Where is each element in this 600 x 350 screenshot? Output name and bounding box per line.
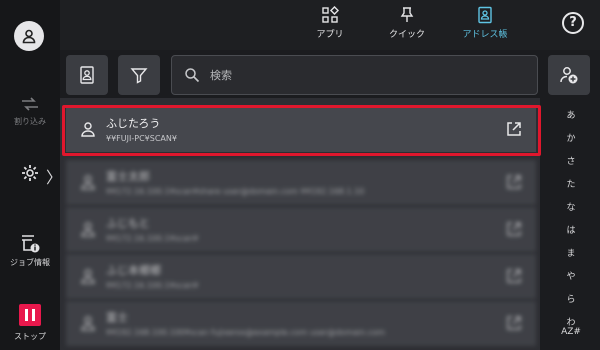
user-icon [81, 269, 95, 284]
address-book-icon [478, 6, 492, 24]
top-tab-bar: アプリ クイック アドレス帳 [60, 0, 600, 50]
external-link-icon[interactable] [506, 174, 522, 190]
gear-icon [22, 165, 38, 181]
external-link-icon[interactable] [506, 268, 522, 284]
filter-button[interactable] [118, 55, 160, 95]
add-contact-button[interactable] [548, 55, 590, 95]
contact-path: ¥¥172.16.100.1¥scan¥ [106, 281, 199, 290]
contact-path: ¥¥172.16.100.1¥scan¥ [106, 234, 199, 243]
list-item[interactable]: ふじもと ¥¥172.16.100.1¥scan¥ [66, 207, 536, 252]
user-icon [81, 222, 95, 237]
user-icon [81, 316, 95, 331]
apps-icon [322, 6, 339, 23]
kana-index-item[interactable]: ら [552, 292, 590, 305]
tab-apps-label: アプリ [316, 30, 344, 40]
search-icon [185, 68, 200, 83]
user-icon [81, 175, 95, 190]
stop-button[interactable] [19, 304, 41, 326]
tab-address-book[interactable]: アドレス帳 [450, 6, 520, 40]
kana-index-item[interactable]: さ [552, 154, 590, 167]
kana-index-item[interactable]: た [552, 177, 590, 190]
tab-address-book-label: アドレス帳 [462, 30, 508, 40]
user-avatar-icon[interactable] [14, 21, 44, 51]
job-info-icon [22, 235, 40, 253]
tab-quick[interactable]: クイック [372, 6, 442, 40]
stop-label: ストップ [14, 332, 46, 341]
external-link-icon[interactable] [506, 315, 522, 331]
contact-name: 富士 [106, 311, 128, 324]
address-book-filter-button[interactable] [66, 55, 108, 95]
kana-index-item[interactable]: あ [552, 108, 590, 121]
pin-icon [400, 7, 414, 22]
tab-quick-label: クイック [388, 30, 425, 40]
external-link-icon[interactable] [506, 221, 522, 237]
kana-index-item[interactable]: は [552, 223, 590, 236]
job-info-button[interactable]: ジョブ情報 [0, 233, 60, 268]
interrupt-button[interactable]: 割り込み [0, 96, 60, 127]
search-placeholder: 検索 [210, 69, 232, 82]
kana-index-item[interactable]: や [552, 269, 590, 282]
selection-highlight [62, 105, 541, 156]
contact-name: ふじ本郷郷 [106, 264, 161, 277]
job-info-label: ジョブ情報 [10, 258, 50, 267]
kana-index-item[interactable]: ま [552, 246, 590, 259]
add-user-icon [560, 67, 578, 84]
search-input[interactable]: 検索 [171, 55, 538, 95]
contact-path: ¥¥172.16.100.1¥scan¥share user@domain.co… [106, 187, 365, 196]
filter-icon [130, 68, 148, 84]
list-item[interactable]: ふじ本郷郷 ¥¥172.16.100.1¥scan¥ [66, 254, 536, 299]
contact-path: ¥¥192.168.100.100¥scan fujixerox@example… [106, 328, 385, 337]
kana-index-item[interactable]: な [552, 200, 590, 213]
kana-index-item[interactable]: AZ# [552, 327, 590, 337]
help-icon[interactable]: ? [562, 12, 584, 34]
interrupt-icon [22, 97, 38, 111]
address-book-icon [80, 66, 94, 84]
list-item[interactable]: 富士 ¥¥192.168.100.100¥scan fujixerox@exam… [66, 301, 536, 346]
contact-name: 富士太郎 [106, 170, 150, 183]
left-rail: 割り込み 〉 ジョブ情報 ストップ [0, 0, 62, 350]
list-item[interactable]: 富士太郎 ¥¥172.16.100.1¥scan¥share user@doma… [66, 160, 536, 205]
interrupt-label: 割り込み [14, 117, 46, 126]
contact-name: ふじもと [106, 217, 150, 230]
tab-apps[interactable]: アプリ [295, 6, 365, 40]
kana-index-item[interactable]: か [552, 131, 590, 144]
kana-index: あ か さ た な は ま や ら わ AZ# [552, 104, 590, 350]
